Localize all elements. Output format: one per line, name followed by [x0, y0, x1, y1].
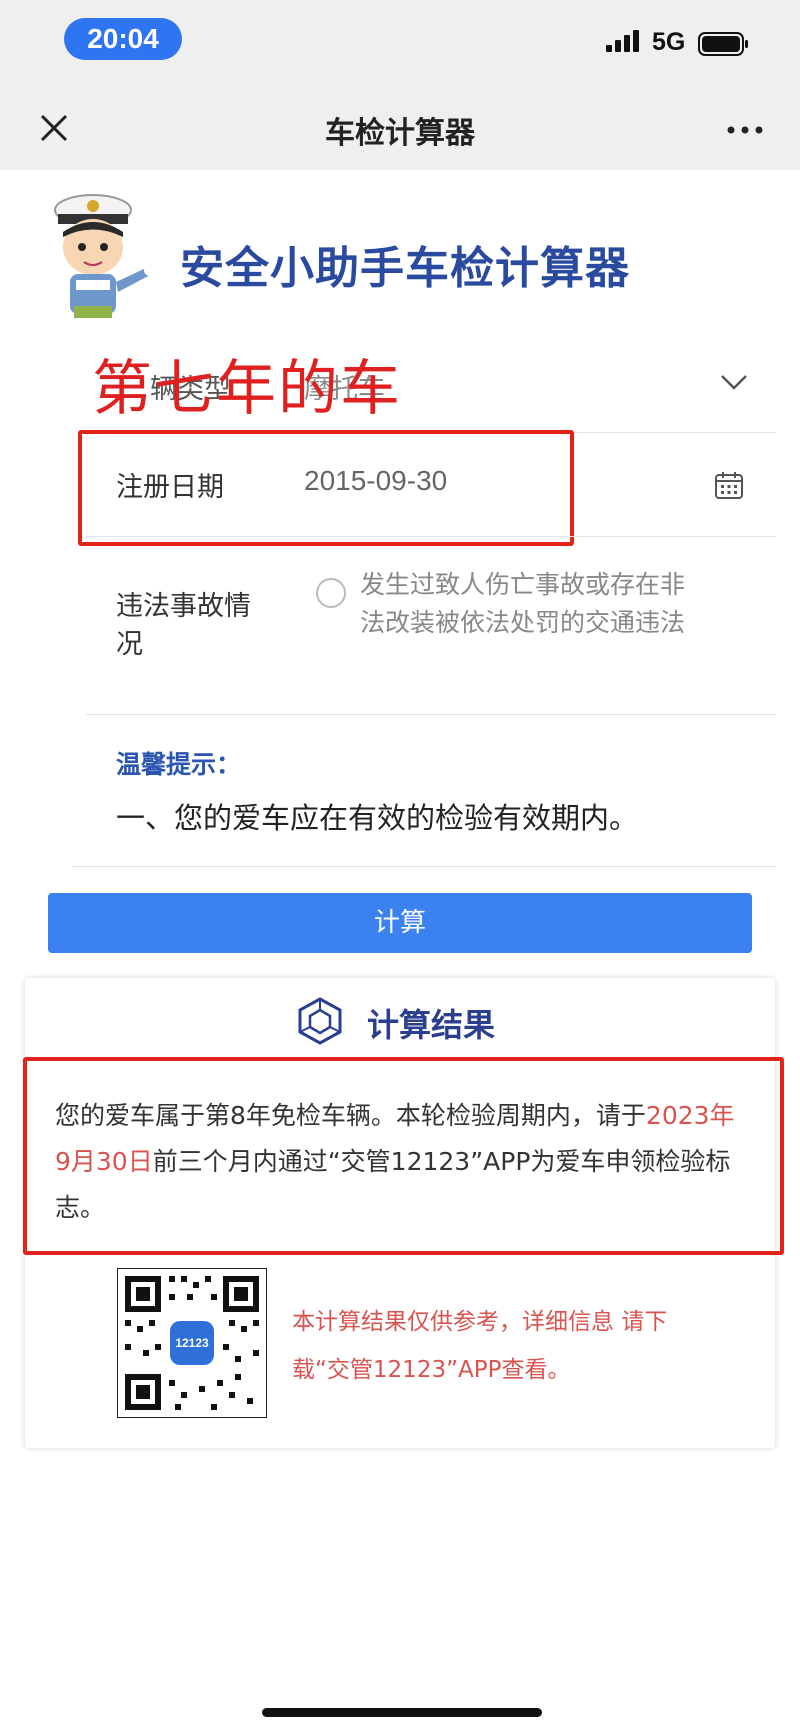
cube-icon	[298, 997, 342, 1045]
police-mascot-icon	[54, 194, 156, 318]
nav-bar: 车检计算器	[0, 90, 800, 170]
more-icon[interactable]	[727, 126, 763, 134]
qr-code: 12123	[117, 1268, 267, 1418]
battery-icon	[698, 32, 748, 56]
violation-option-text[interactable]: 发生过致人伤亡事故或存在非法改装被依法处罚的交通违法	[360, 566, 690, 642]
page-title: 车检计算器	[325, 116, 475, 151]
annotation-box-result	[23, 1057, 784, 1255]
chevron-down-icon[interactable]	[720, 374, 748, 390]
network-label: 5G	[652, 28, 686, 56]
app-title: 安全小助手车检计算器	[180, 243, 630, 294]
calculate-button[interactable]: 计算	[48, 893, 752, 953]
tips-text: 一、您的爱车应在有效的检验有效期内。	[116, 801, 639, 835]
home-indicator	[262, 1708, 542, 1717]
disclaimer-text: 本计算结果仅供参考，详细信息 请下载“交管12123”APP查看。	[292, 1309, 668, 1383]
annotation-box-registration	[78, 430, 574, 546]
result-title: 计算结果	[367, 1006, 496, 1044]
signal-icon	[606, 30, 639, 52]
divider	[86, 714, 776, 715]
violation-radio[interactable]	[316, 578, 346, 608]
annotation-text: 第七年的车	[92, 354, 402, 424]
violation-label: 违法事故情况	[116, 591, 251, 660]
divider	[86, 536, 776, 537]
divider	[72, 866, 776, 867]
status-time: 20:04	[64, 18, 182, 60]
tips-title: 温馨提示：	[116, 750, 242, 779]
qr-center-label: 12123	[175, 1336, 209, 1350]
calendar-icon[interactable]	[714, 470, 744, 500]
status-bar: 20:04 5G	[0, 0, 800, 90]
